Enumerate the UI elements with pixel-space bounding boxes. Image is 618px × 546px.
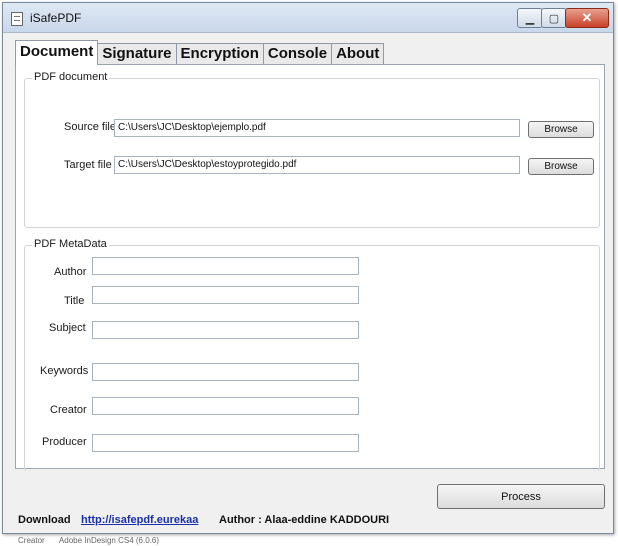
document-tab-panel: PDF document Source file C:\Users\JC\Des…: [15, 64, 605, 471]
tab-document[interactable]: Document: [15, 40, 99, 65]
creator-field[interactable]: [92, 397, 359, 415]
creator-caption: Creator Adobe InDesign CS4 (6.0.6): [18, 536, 159, 545]
minimize-button[interactable]: ▁: [517, 8, 543, 28]
target-browse-button[interactable]: Browse: [528, 158, 594, 175]
tab-signature[interactable]: Signature: [97, 43, 177, 65]
creator-caption-label: Creator: [18, 536, 45, 545]
minimize-icon: ▁: [525, 12, 535, 25]
pdf-document-group-title: PDF document: [32, 71, 110, 83]
pdf-document-group: PDF document Source file C:\Users\JC\Des…: [24, 71, 600, 228]
maximize-icon: ▢: [548, 12, 560, 25]
document-icon: [11, 12, 23, 26]
tab-strip: Document Signature Encryption Console Ab…: [15, 40, 385, 65]
creator-caption-value: Adobe InDesign CS4 (6.0.6): [58, 536, 159, 545]
source-file-field[interactable]: C:\Users\JC\Desktop\ejemplo.pdf: [114, 119, 520, 137]
author-field[interactable]: [92, 257, 359, 275]
target-file-label: Target file: [64, 159, 112, 171]
tab-encryption[interactable]: Encryption: [175, 43, 264, 65]
target-file-field[interactable]: C:\Users\JC\Desktop\estoyprotegido.pdf: [114, 156, 520, 174]
process-button[interactable]: Process: [437, 484, 605, 509]
title-field[interactable]: [92, 286, 359, 304]
close-button[interactable]: ✕: [565, 8, 609, 28]
tab-console[interactable]: Console: [262, 43, 333, 65]
keywords-field[interactable]: [92, 363, 359, 381]
author-label: Author: [54, 266, 87, 278]
author-credit: Author : Alaa-eddine KADDOURI: [219, 514, 390, 526]
window-title: iSafePDF: [30, 11, 82, 25]
tab-about[interactable]: About: [331, 43, 385, 65]
producer-label: Producer: [42, 436, 87, 448]
app-window: iSafePDF ▁ ▢ ✕ Document Signature Encryp…: [2, 2, 614, 534]
title-bar[interactable]: iSafePDF ▁ ▢ ✕: [3, 3, 613, 33]
maximize-button[interactable]: ▢: [541, 8, 567, 28]
title-label: Title: [64, 295, 85, 307]
pdf-metadata-group: PDF MetaData Author Title Subject Keywor…: [24, 238, 600, 471]
source-browse-button[interactable]: Browse: [528, 121, 594, 138]
subject-label: Subject: [49, 322, 86, 334]
pdf-metadata-group-title: PDF MetaData: [32, 238, 109, 250]
download-label: Download: [18, 514, 71, 526]
download-link[interactable]: http://isafepdf.eurekaa: [81, 514, 198, 526]
subject-field[interactable]: [92, 321, 359, 339]
close-icon: ✕: [581, 10, 593, 25]
keywords-label: Keywords: [40, 365, 89, 377]
producer-field[interactable]: [92, 434, 359, 452]
creator-label: Creator: [50, 404, 87, 416]
source-file-label: Source file: [64, 121, 116, 133]
